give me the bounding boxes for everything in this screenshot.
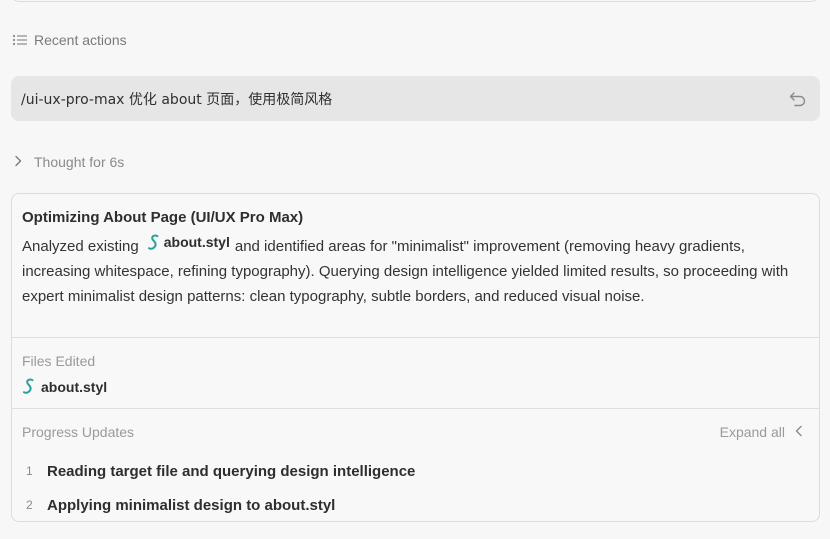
step-text: Reading target file and querying design … (47, 462, 416, 480)
progress-steps: 1 Reading target file and querying desig… (22, 454, 809, 521)
expand-all-label: Expand all (719, 424, 785, 440)
files-edited-label: Files Edited (22, 353, 96, 369)
task-title: Optimizing About Page (UI/UX Pro Max) (22, 209, 304, 226)
previous-card-edge (11, 0, 819, 2)
edited-file-about-styl[interactable]: about.styl (22, 378, 809, 395)
progress-step[interactable]: 1 Reading target file and querying desig… (22, 454, 809, 488)
step-number: 2 (26, 498, 33, 512)
thought-label: Thought for 6s (34, 154, 125, 170)
file-chip-label: about.styl (163, 234, 230, 250)
file-chip-about-styl[interactable]: about.styl (147, 230, 230, 255)
step-text: Applying minimalist design to about.styl (47, 496, 336, 514)
recent-actions-label: Recent actions (34, 32, 127, 48)
list-icon (12, 33, 28, 47)
progress-updates-section: Progress Updates Expand all 1 Reading ta… (12, 409, 819, 521)
prompt-text: /ui-ux-pro-max 优化 about 页面，使用极简风格 (21, 91, 333, 108)
progress-header: Progress Updates Expand all (22, 422, 809, 442)
user-prompt[interactable]: /ui-ux-pro-max 优化 about 页面，使用极简风格 (11, 76, 820, 121)
step-number: 1 (26, 464, 33, 478)
recent-actions-header[interactable]: Recent actions (12, 30, 127, 50)
description-text-before: Analyzed existing (22, 238, 139, 255)
task-description: Analyzed existing about.styl and identifie… (22, 230, 809, 309)
chevron-left-icon (795, 424, 803, 440)
expand-all-button[interactable]: Expand all (720, 424, 809, 440)
chevron-right-icon (14, 154, 22, 170)
undo-icon[interactable] (788, 89, 808, 109)
progress-updates-label: Progress Updates (22, 424, 135, 440)
progress-step[interactable]: 2 Applying minimalist design to about.st… (22, 488, 809, 521)
thought-toggle[interactable]: Thought for 6s (14, 152, 124, 172)
stylus-icon (147, 234, 160, 251)
edited-file-name: about.styl (41, 378, 108, 395)
files-edited-section: Files Edited about.styl (12, 338, 819, 409)
task-card: Optimizing About Page (UI/UX Pro Max) An… (11, 193, 820, 522)
task-summary: Optimizing About Page (UI/UX Pro Max) An… (12, 194, 819, 338)
stylus-icon (22, 378, 35, 395)
